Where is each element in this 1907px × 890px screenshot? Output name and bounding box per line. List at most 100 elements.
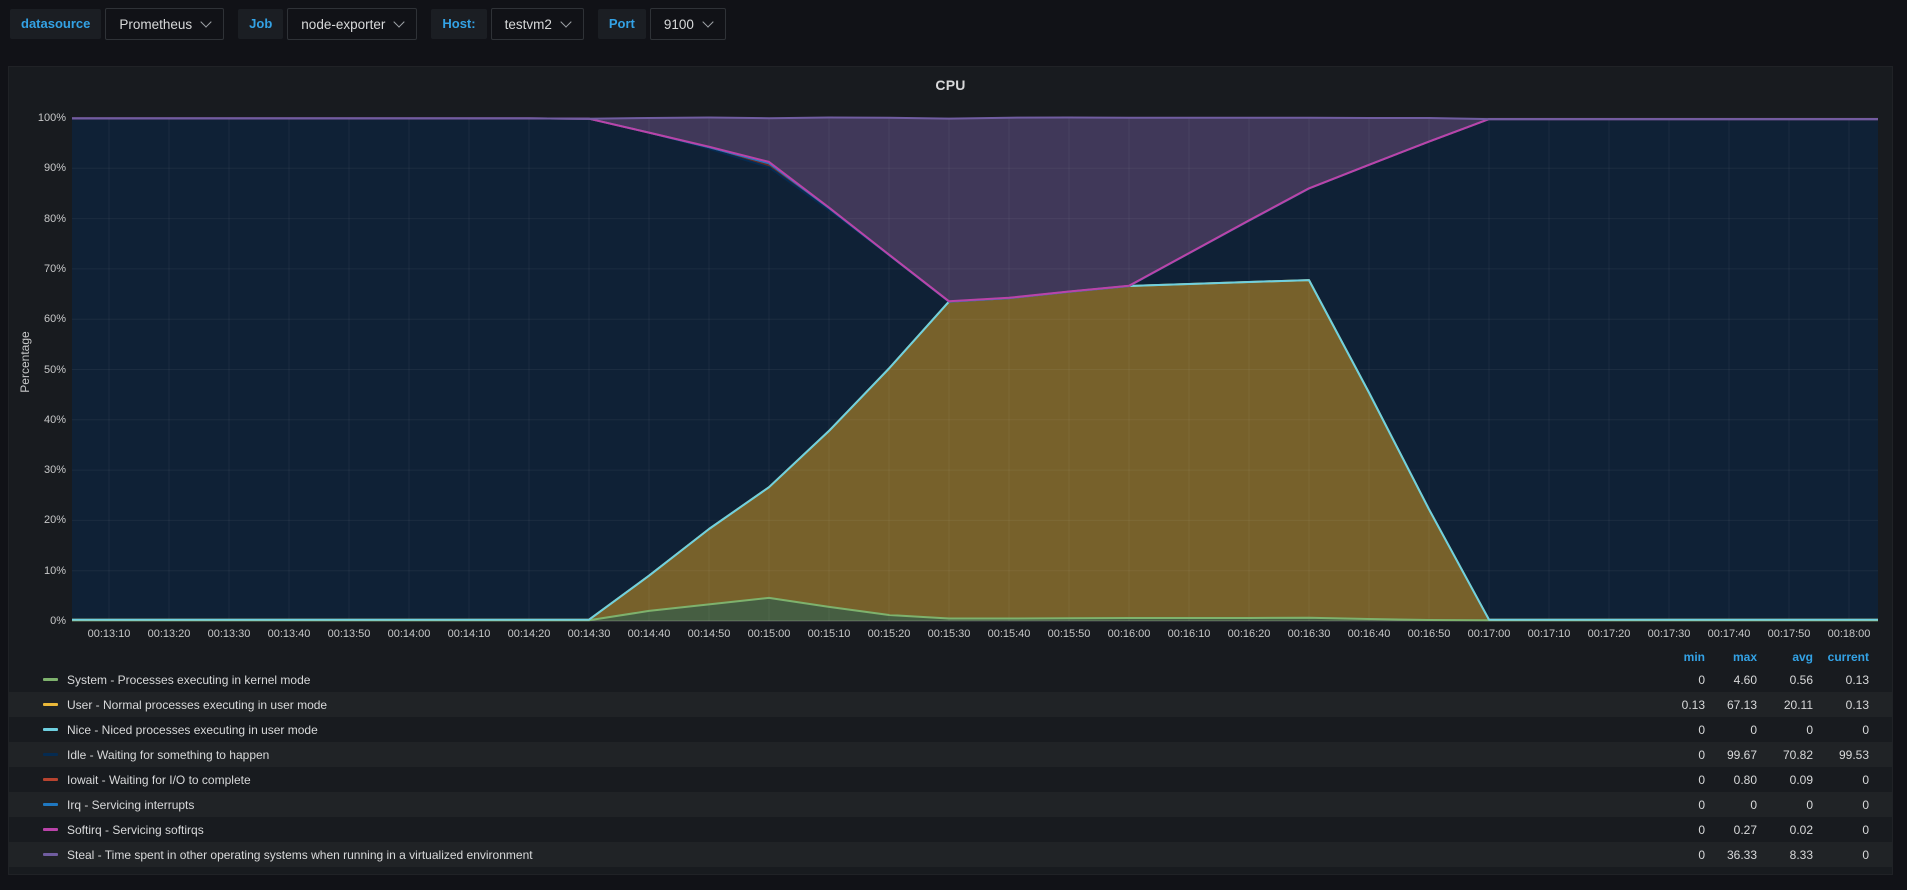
x-tick-label: 00:15:10 (798, 626, 860, 642)
y-tick-label: 60% (9, 311, 66, 327)
legend-series-color-dash (43, 853, 58, 856)
x-tick-label: 00:13:50 (318, 626, 380, 642)
x-tick-label: 00:13:40 (258, 626, 320, 642)
legend-value-min: 0 (1653, 823, 1705, 837)
legend-series-label: Nice - Niced processes executing in user… (67, 723, 318, 737)
legend-value-current: 0 (1813, 773, 1869, 787)
x-tick-label: 00:13:30 (198, 626, 260, 642)
legend-value-min: 0 (1653, 723, 1705, 737)
legend-series-color-dash (43, 828, 58, 831)
chevron-down-icon (560, 16, 571, 27)
legend-value-max: 0 (1705, 723, 1757, 737)
panel-title[interactable]: CPU (9, 77, 1892, 93)
legend-row: System - Processes executing in kernel m… (9, 667, 1892, 692)
x-tick-label: 00:13:20 (138, 626, 200, 642)
variable-value-text: 9100 (664, 17, 694, 32)
x-tick-label: 00:14:00 (378, 626, 440, 642)
variable-label: Port (598, 9, 646, 39)
legend-value-current: 0 (1813, 798, 1869, 812)
legend-row: Iowait - Waiting for I/O to complete00.8… (9, 767, 1892, 792)
x-tick-label: 00:15:40 (978, 626, 1040, 642)
legend-row: User - Normal processes executing in use… (9, 692, 1892, 717)
legend-value-min: 0 (1653, 773, 1705, 787)
legend-series-label: Steal - Time spent in other operating sy… (67, 848, 533, 862)
variable-label: Job (238, 9, 283, 39)
legend-value-avg: 70.82 (1757, 748, 1813, 762)
chevron-down-icon (702, 16, 713, 27)
cpu-stacked-area-chart[interactable] (72, 118, 1878, 621)
x-tick-label: 00:17:20 (1578, 626, 1640, 642)
legend-value-max: 0.80 (1705, 773, 1757, 787)
y-tick-label: 90% (9, 160, 66, 176)
legend-sort-header-current[interactable]: current (1813, 650, 1869, 664)
x-tick-label: 00:17:30 (1638, 626, 1700, 642)
legend-series-color-dash (43, 703, 58, 706)
legend-series-toggle[interactable]: System - Processes executing in kernel m… (43, 673, 1653, 687)
legend-value-max: 36.33 (1705, 848, 1757, 862)
legend-row: Irq - Servicing interrupts0000 (9, 792, 1892, 817)
x-tick-label: 00:15:20 (858, 626, 920, 642)
variable-group-job: Job node-exporter (238, 8, 417, 40)
legend-series-toggle[interactable]: User - Normal processes executing in use… (43, 698, 1653, 712)
x-tick-label: 00:17:00 (1458, 626, 1520, 642)
x-tick-label: 00:15:50 (1038, 626, 1100, 642)
grafana-dashboard: datasource Prometheus Job node-exporter Host… (0, 0, 1907, 890)
x-tick-label: 00:18:00 (1818, 626, 1880, 642)
variable-label: datasource (10, 9, 101, 39)
legend-sort-header-max[interactable]: max (1705, 650, 1757, 664)
y-tick-label: 0% (9, 613, 66, 629)
legend-value-min: 0 (1653, 673, 1705, 687)
legend-series-color-dash (43, 678, 58, 681)
legend-sort-header-min[interactable]: min (1653, 650, 1705, 664)
legend-value-min: 0.13 (1653, 698, 1705, 712)
legend-sort-header-avg[interactable]: avg (1757, 650, 1813, 664)
legend-value-current: 0.13 (1813, 673, 1869, 687)
legend-value-avg: 0.02 (1757, 823, 1813, 837)
legend-series-label: Iowait - Waiting for I/O to complete (67, 773, 251, 787)
variable-value-dropdown[interactable]: testvm2 (491, 8, 584, 40)
legend-series-color-dash (43, 803, 58, 806)
variable-value-dropdown[interactable]: node-exporter (287, 8, 417, 40)
legend-value-min: 0 (1653, 848, 1705, 862)
x-tick-label: 00:13:10 (78, 626, 140, 642)
legend-row: Nice - Niced processes executing in user… (9, 717, 1892, 742)
x-tick-label: 00:15:00 (738, 626, 800, 642)
legend-value-avg: 0 (1757, 798, 1813, 812)
legend-value-current: 0.13 (1813, 698, 1869, 712)
chevron-down-icon (201, 16, 212, 27)
legend-row: Steal - Time spent in other operating sy… (9, 842, 1892, 867)
x-tick-label: 00:16:50 (1398, 626, 1460, 642)
legend-value-max: 99.67 (1705, 748, 1757, 762)
legend-series-toggle[interactable]: Steal - Time spent in other operating sy… (43, 848, 1653, 862)
variable-group-host: Host:testvm2 (431, 8, 583, 40)
legend-series-toggle[interactable]: Idle - Waiting for something to happen (43, 748, 1653, 762)
x-tick-label: 00:14:20 (498, 626, 560, 642)
legend-series-toggle[interactable]: Nice - Niced processes executing in user… (43, 723, 1653, 737)
variable-value-dropdown[interactable]: Prometheus (105, 8, 224, 40)
legend-value-max: 67.13 (1705, 698, 1757, 712)
x-tick-label: 00:14:40 (618, 626, 680, 642)
y-tick-label: 40% (9, 412, 66, 428)
x-tick-label: 00:16:40 (1338, 626, 1400, 642)
x-tick-label: 00:16:10 (1158, 626, 1220, 642)
legend-value-avg: 0 (1757, 723, 1813, 737)
y-tick-label: 30% (9, 462, 66, 478)
legend-series-toggle[interactable]: Irq - Servicing interrupts (43, 798, 1653, 812)
variable-group-datasource: datasource Prometheus (10, 8, 224, 40)
legend-series-toggle[interactable]: Softirq - Servicing softirqs (43, 823, 1653, 837)
legend-series-color-dash (43, 753, 58, 756)
legend-value-avg: 0.56 (1757, 673, 1813, 687)
legend-series-toggle[interactable]: Iowait - Waiting for I/O to complete (43, 773, 1653, 787)
y-tick-label: 80% (9, 211, 66, 227)
legend-header-row: minmaxavgcurrent (9, 647, 1892, 667)
legend-table: minmaxavgcurrent System - Processes execu… (9, 647, 1892, 867)
y-tick-label: 20% (9, 512, 66, 528)
variable-value-dropdown[interactable]: 9100 (650, 8, 726, 40)
variable-value-text: testvm2 (505, 17, 552, 32)
variable-value-text: Prometheus (119, 17, 192, 32)
x-tick-label: 00:14:30 (558, 626, 620, 642)
legend-value-avg: 8.33 (1757, 848, 1813, 862)
legend-value-max: 4.60 (1705, 673, 1757, 687)
x-tick-label: 00:17:40 (1698, 626, 1760, 642)
variable-value-text: node-exporter (301, 17, 385, 32)
